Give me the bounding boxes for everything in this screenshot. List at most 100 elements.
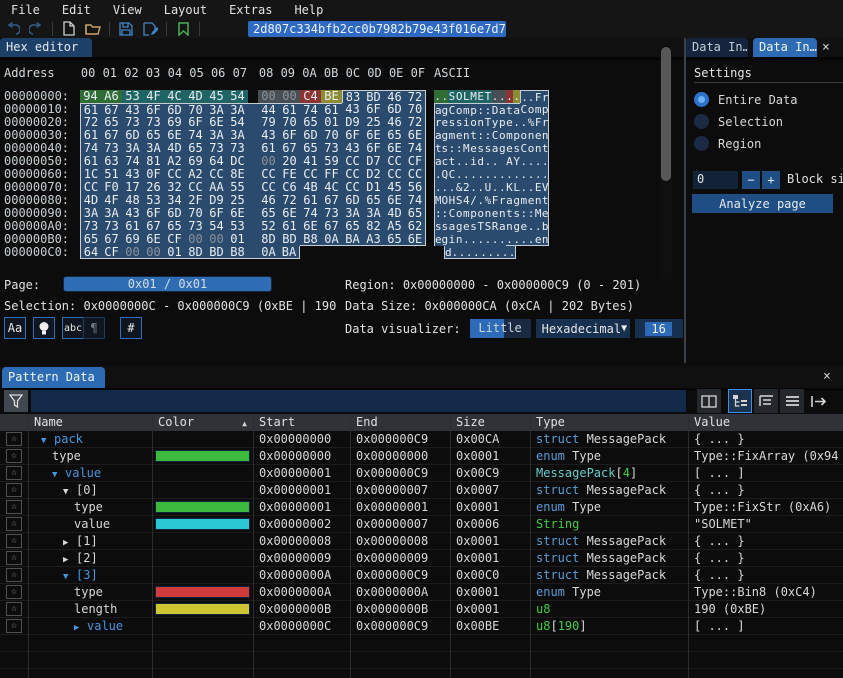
ascii-char[interactable]: n xyxy=(477,116,484,129)
ascii-char[interactable]: . xyxy=(527,90,534,103)
star-icon[interactable]: ☆ xyxy=(6,585,22,599)
ascii-char[interactable]: s xyxy=(441,142,448,155)
ascii-char[interactable]: s xyxy=(470,220,477,233)
ascii-char[interactable]: s xyxy=(441,220,448,233)
hex-byte[interactable]: 4D xyxy=(185,90,206,103)
ascii-char[interactable]: . xyxy=(466,246,473,259)
ascii-char[interactable]: . xyxy=(434,90,441,103)
pattern-header-size[interactable]: Size xyxy=(450,414,530,431)
ascii-char[interactable]: . xyxy=(492,233,499,246)
ascii-char[interactable]: . xyxy=(527,155,534,168)
hex-byte[interactable]: 00 xyxy=(143,246,164,259)
ascii-char[interactable]: a xyxy=(513,103,520,116)
ascii-char[interactable]: n xyxy=(542,233,549,246)
ascii-char[interactable]: n xyxy=(463,129,470,142)
chevron-expanded-icon[interactable]: ▼ xyxy=(41,433,54,447)
ascii-char[interactable]: : xyxy=(484,129,491,142)
redo-icon[interactable] xyxy=(24,20,48,37)
ascii-char[interactable]: . xyxy=(477,168,484,181)
hex-byte[interactable]: A3 xyxy=(363,233,384,246)
ascii-char[interactable]: . xyxy=(456,155,463,168)
ascii-char[interactable]: S xyxy=(448,90,455,103)
menu-item-edit[interactable]: Edit xyxy=(51,1,102,19)
analyze-page-button[interactable]: Analyze page xyxy=(692,194,833,213)
ascii-char[interactable]: r xyxy=(434,116,441,129)
ascii-char[interactable]: a xyxy=(492,142,499,155)
pattern-row[interactable]: ☆▼[0]0x000000010x000000070x0007struct Me… xyxy=(0,482,843,499)
star-icon[interactable]: ☆ xyxy=(6,602,22,616)
pattern-header-type[interactable]: Type xyxy=(530,414,688,431)
ascii-char[interactable]: : xyxy=(520,207,527,220)
ascii-char[interactable]: : xyxy=(456,142,463,155)
hex-scrollbar[interactable] xyxy=(660,41,672,281)
ascii-char[interactable]: C xyxy=(448,103,455,116)
ascii-char[interactable]: p xyxy=(470,103,477,116)
ascii-char[interactable]: y xyxy=(492,116,499,129)
ascii-char[interactable]: o xyxy=(477,207,484,220)
ascii-char[interactable]: E xyxy=(477,90,484,103)
ascii-char[interactable]: . xyxy=(470,181,477,194)
star-icon[interactable]: ☆ xyxy=(6,568,22,582)
pattern-row[interactable]: ☆▶[1]0x000000080x000000080x0001struct Me… xyxy=(0,533,843,550)
pattern-row[interactable]: ☆▶value0x0000000C0x000000C90x00BEu8[190]… xyxy=(0,618,843,635)
ascii-char[interactable]: . xyxy=(527,233,534,246)
star-icon[interactable]: ☆ xyxy=(6,517,22,531)
ascii-char[interactable]: s xyxy=(448,116,455,129)
ascii-char[interactable]: g xyxy=(441,129,448,142)
ascii-char[interactable]: a xyxy=(434,129,441,142)
ascii-char[interactable]: E xyxy=(535,181,542,194)
ascii-char[interactable]: t xyxy=(506,207,513,220)
ascii-char[interactable]: s xyxy=(434,220,441,233)
hex-byte[interactable]: 64 xyxy=(80,246,101,259)
flatten-view-icon[interactable] xyxy=(754,389,778,413)
hex-byte[interactable]: 6E xyxy=(405,233,426,246)
ascii-char[interactable]: : xyxy=(484,103,491,116)
ascii-char[interactable]: . xyxy=(520,233,527,246)
hex-byte[interactable]: BD xyxy=(206,246,227,259)
ascii-char[interactable]: t xyxy=(470,129,477,142)
save-icon[interactable] xyxy=(114,20,138,37)
save-as-icon[interactable] xyxy=(138,20,162,37)
ascii-char[interactable]: . xyxy=(492,155,499,168)
ascii-char[interactable]: . xyxy=(441,90,448,103)
ascii-char[interactable]: % xyxy=(484,194,491,207)
ascii-char[interactable]: e xyxy=(456,129,463,142)
ascii-char[interactable]: . xyxy=(520,116,527,129)
ascii-char[interactable]: . xyxy=(470,168,477,181)
ascii-char[interactable]: n xyxy=(506,220,513,233)
ascii-char[interactable]: d xyxy=(444,246,451,259)
filter-funnel-icon[interactable] xyxy=(4,390,28,412)
ascii-char[interactable]: . xyxy=(470,233,477,246)
ascii-char[interactable]: . xyxy=(480,246,487,259)
ascii-char[interactable]: a xyxy=(506,194,513,207)
ascii-char[interactable]: m xyxy=(520,194,527,207)
hex-byte[interactable]: A6 xyxy=(101,90,122,103)
hex-byte[interactable]: CF xyxy=(101,246,122,259)
ascii-char[interactable]: m xyxy=(448,129,455,142)
hex-byte[interactable]: 53 xyxy=(122,90,143,103)
ascii-char[interactable]: T xyxy=(484,90,491,103)
ascii-char[interactable]: 2 xyxy=(463,181,470,194)
ascii-char[interactable]: . xyxy=(492,181,499,194)
file-hash-field[interactable]: 2d807c334bfb2cc0b7982b79e43f016e7d7… xyxy=(248,21,506,37)
ascii-char[interactable]: . xyxy=(487,246,494,259)
hex-byte[interactable]: C4 xyxy=(300,90,321,103)
ascii-char[interactable]: i xyxy=(448,233,455,246)
page-progress-bar[interactable]: 0x01 / 0x01 xyxy=(63,276,272,292)
hex-byte[interactable]: 94 xyxy=(80,90,101,103)
ascii-char[interactable]: T xyxy=(484,116,491,129)
block-size-minus-button[interactable]: − xyxy=(742,171,760,189)
export-icon[interactable] xyxy=(806,389,830,413)
ascii-char[interactable]: g xyxy=(513,220,520,233)
ascii-char[interactable]: . xyxy=(441,181,448,194)
ascii-char[interactable]: L xyxy=(513,181,520,194)
ascii-char[interactable]: . xyxy=(463,233,470,246)
hex-byte[interactable]: 54 xyxy=(227,90,248,103)
ascii-char[interactable]: . xyxy=(520,155,527,168)
ascii-char[interactable]: . xyxy=(520,168,527,181)
radio-selection[interactable]: Selection xyxy=(694,114,783,129)
ascii-char[interactable]: V xyxy=(542,181,549,194)
ascii-char[interactable]: e xyxy=(470,142,477,155)
ascii-char[interactable]: s xyxy=(484,142,491,155)
ascii-char[interactable]: . xyxy=(542,168,549,181)
